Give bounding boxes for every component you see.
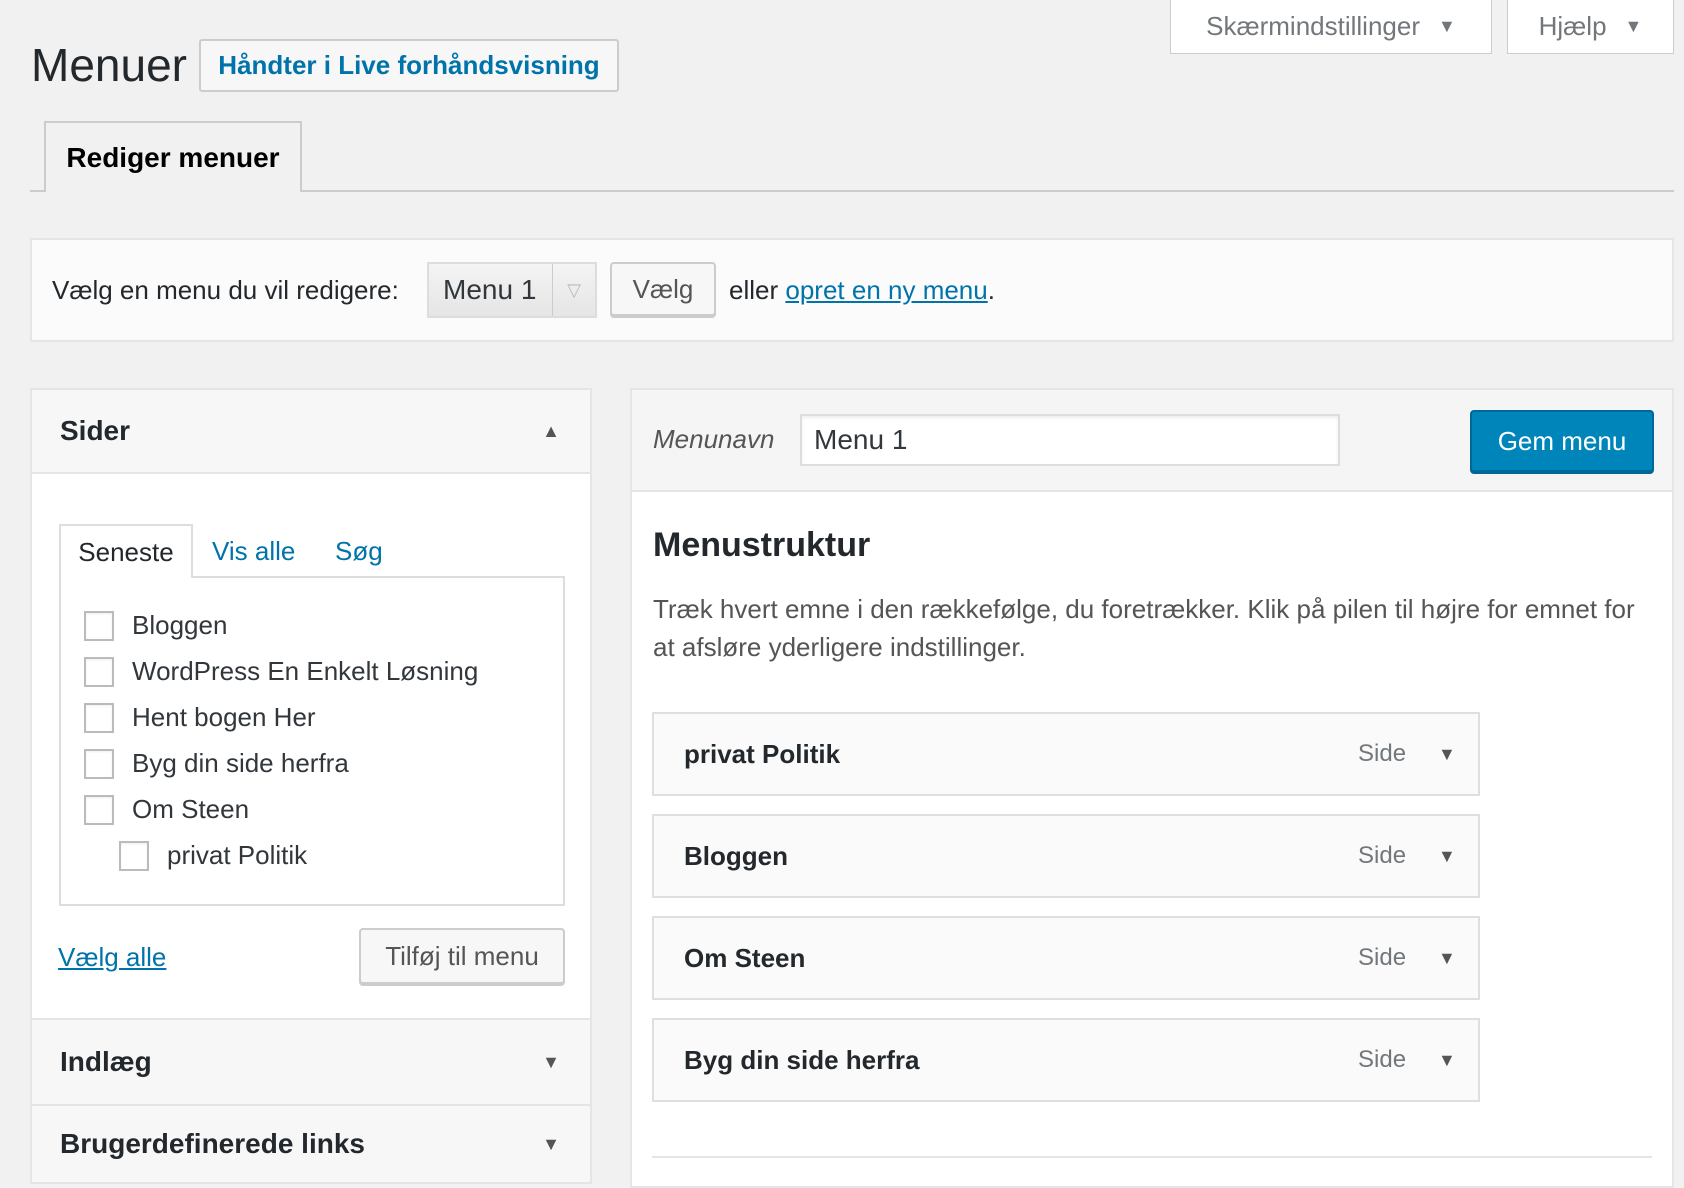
live-preview-button[interactable]: Håndter i Live forhåndsvisning bbox=[199, 39, 619, 92]
menu-item-type: Side bbox=[1358, 842, 1407, 869]
expand-arrow-icon[interactable]: ▼ bbox=[1438, 846, 1456, 867]
page-label: WordPress En Enkelt Løsning bbox=[132, 656, 479, 686]
caret-down-icon: ▼ bbox=[1438, 16, 1456, 36]
list-item: Bloggen bbox=[84, 610, 227, 641]
or-label: eller bbox=[729, 275, 779, 305]
period: . bbox=[987, 275, 995, 305]
posts-box-title: Indlæg bbox=[60, 1046, 152, 1077]
create-menu-text: eller opret en ny menu. bbox=[729, 275, 995, 306]
menu-item[interactable]: Om Steen Side ▼ bbox=[652, 916, 1480, 1000]
pages-box-header[interactable]: Sider ▲ bbox=[30, 388, 592, 474]
page-checkbox[interactable] bbox=[84, 610, 114, 641]
menu-item-type: Side bbox=[1358, 1046, 1407, 1073]
expand-arrow-icon[interactable]: ▼ bbox=[1438, 948, 1456, 969]
tab-edit-menus[interactable]: Rediger menuer bbox=[44, 121, 302, 192]
caret-down-icon: ▼ bbox=[1624, 16, 1643, 36]
page-checkbox[interactable] bbox=[84, 748, 114, 779]
screen-options-label: Skærmindstillinger bbox=[1206, 11, 1420, 41]
chevron-down-icon: ▽ bbox=[552, 264, 595, 316]
pages-box-title: Sider bbox=[60, 415, 131, 446]
expand-down-icon[interactable]: ▼ bbox=[542, 1134, 560, 1155]
page-checkbox[interactable] bbox=[84, 794, 114, 825]
menu-item-title: Bloggen bbox=[684, 840, 788, 871]
menu-item-title: Om Steen bbox=[684, 942, 806, 973]
create-new-menu-link[interactable]: opret en ny menu bbox=[785, 275, 987, 305]
tab-recent[interactable]: Seneste bbox=[59, 524, 193, 578]
list-item: privat Politik bbox=[119, 840, 307, 871]
screen-options-button[interactable]: Skærmindstillinger ▼ bbox=[1170, 0, 1492, 54]
help-button[interactable]: Hjælp ▼ bbox=[1507, 0, 1674, 54]
menu-name-label: Menunavn bbox=[653, 424, 775, 454]
collapse-up-icon[interactable]: ▲ bbox=[542, 421, 560, 442]
save-menu-button[interactable]: Gem menu bbox=[1470, 410, 1654, 472]
menu-item[interactable]: Bloggen Side ▼ bbox=[652, 814, 1480, 898]
list-item: Om Steen bbox=[84, 794, 249, 825]
page-checkbox[interactable] bbox=[84, 702, 114, 733]
help-label: Hjælp bbox=[1538, 11, 1607, 41]
add-to-menu-button[interactable]: Tilføj til menu bbox=[359, 928, 565, 984]
list-item: Hent bogen Her bbox=[84, 702, 316, 733]
menu-select-value: Menu 1 bbox=[443, 274, 537, 305]
page-checkbox[interactable] bbox=[119, 840, 149, 871]
page-label: privat Politik bbox=[167, 840, 308, 870]
tab-search[interactable]: Søg bbox=[335, 536, 383, 567]
select-all-link[interactable]: Vælg alle bbox=[58, 942, 166, 973]
menu-item-title: Byg din side herfra bbox=[684, 1044, 920, 1075]
custom-links-box-header[interactable]: Brugerdefinerede links ▼ bbox=[30, 1104, 592, 1184]
expand-arrow-icon[interactable]: ▼ bbox=[1438, 1050, 1456, 1071]
expand-arrow-icon[interactable]: ▼ bbox=[1438, 744, 1456, 765]
page-label: Bloggen bbox=[132, 610, 228, 640]
page-title: Menuer bbox=[31, 39, 187, 91]
custom-links-box-title: Brugerdefinerede links bbox=[60, 1128, 365, 1159]
menu-select[interactable]: Menu 1 ▽ bbox=[427, 262, 597, 318]
select-menu-label: Vælg en menu du vil redigere: bbox=[52, 275, 399, 305]
menu-item-title: privat Politik bbox=[684, 738, 841, 769]
menu-item[interactable]: Byg din side herfra Side ▼ bbox=[652, 1018, 1480, 1102]
tab-view-all[interactable]: Vis alle bbox=[212, 536, 295, 567]
menu-item[interactable]: privat Politik Side ▼ bbox=[652, 712, 1480, 796]
menu-name-input[interactable] bbox=[800, 414, 1340, 466]
expand-down-icon[interactable]: ▼ bbox=[542, 1052, 560, 1073]
page-checkbox[interactable] bbox=[84, 656, 114, 687]
menu-item-type: Side bbox=[1358, 740, 1407, 767]
menu-item-type: Side bbox=[1358, 944, 1407, 971]
page-label: Om Steen bbox=[132, 794, 250, 824]
list-item: Byg din side herfra bbox=[84, 748, 349, 779]
page-label: Hent bogen Her bbox=[132, 702, 316, 732]
menu-structure-description: Træk hvert emne i den rækkefølge, du for… bbox=[653, 594, 1635, 662]
menu-footer-divider bbox=[652, 1156, 1652, 1158]
choose-menu-button[interactable]: Vælg bbox=[610, 262, 716, 316]
page-label: Byg din side herfra bbox=[132, 748, 349, 778]
posts-box-header[interactable]: Indlæg ▼ bbox=[30, 1018, 592, 1106]
menu-structure-title: Menustruktur bbox=[653, 526, 871, 564]
list-item: WordPress En Enkelt Løsning bbox=[84, 656, 478, 687]
